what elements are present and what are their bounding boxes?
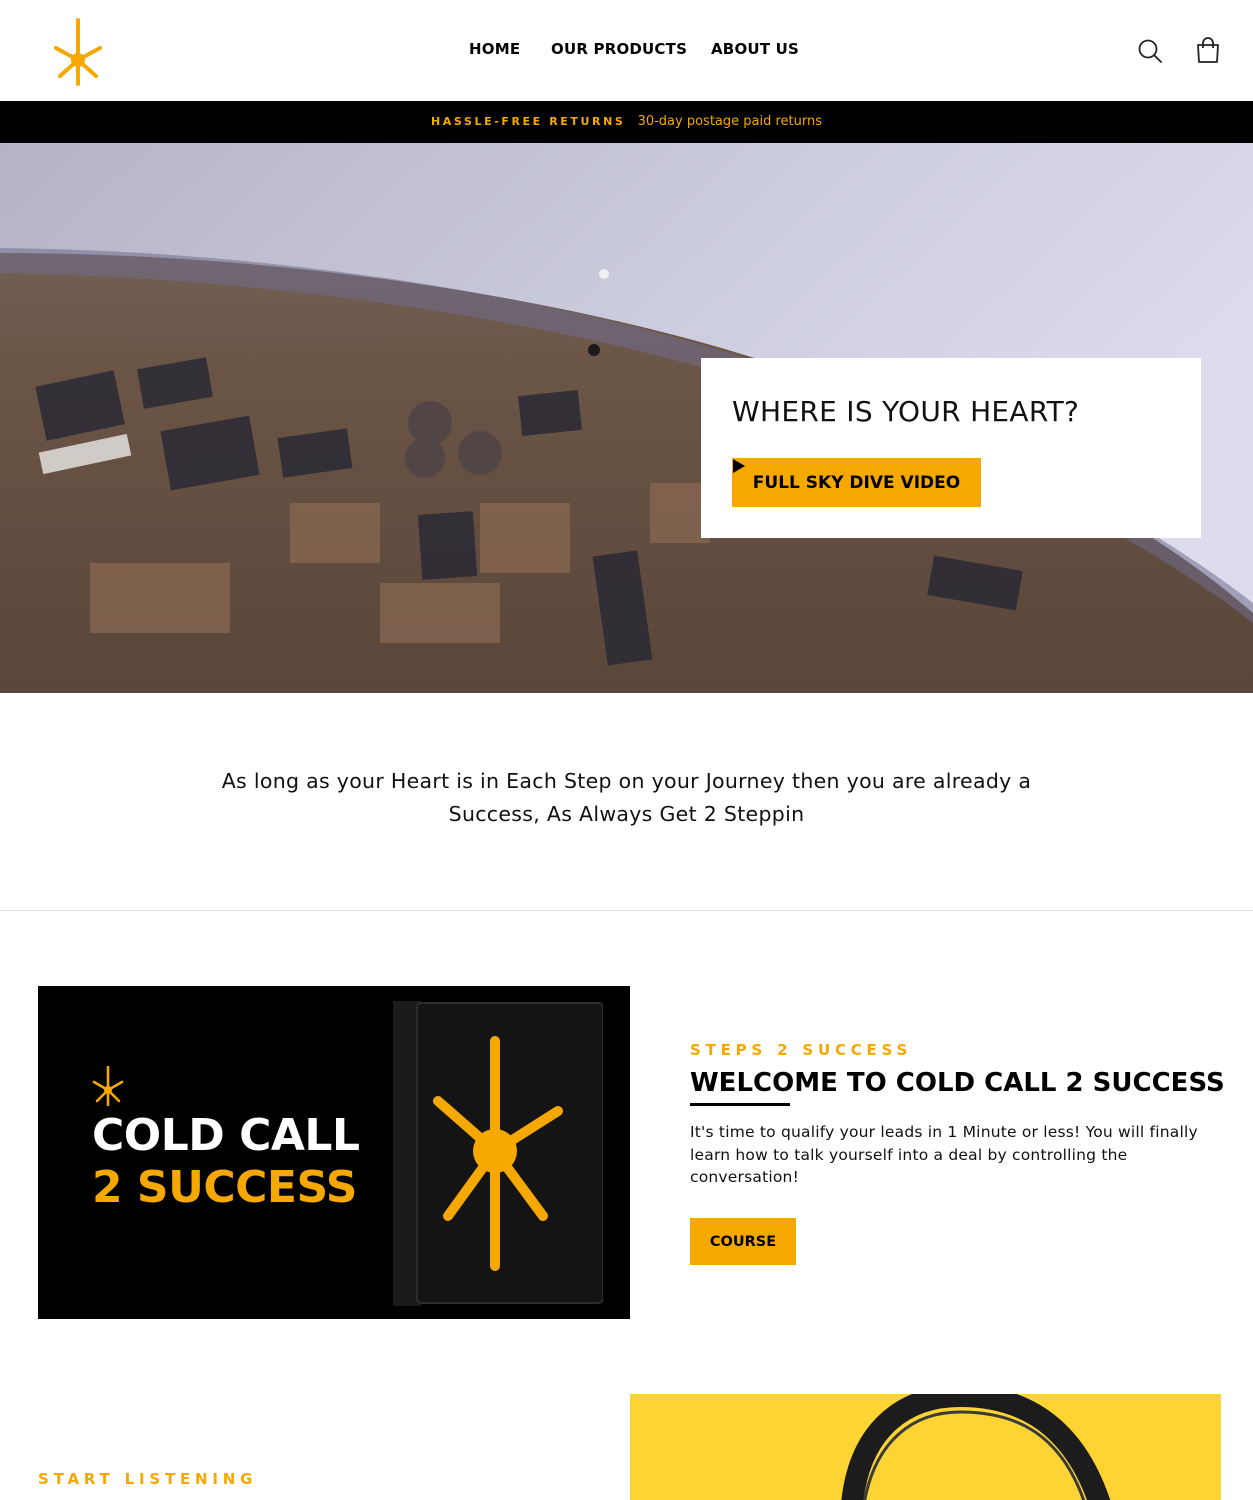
mission-quote: As long as your Heart is in Each Step on… [0, 765, 1253, 831]
nav-our-products[interactable]: OUR PRODUCTS [551, 40, 687, 58]
headphones-image [630, 1394, 1221, 1500]
headphones-icon [630, 1394, 1221, 1500]
nav-about-us[interactable]: ABOUT US [711, 40, 799, 58]
search-icon[interactable] [1137, 38, 1163, 64]
hero-title: WHERE IS YOUR HEART? [732, 395, 1080, 428]
course-button[interactable]: COURSE [690, 1218, 796, 1265]
announcement-text: 30-day postage paid returns [637, 114, 822, 129]
cold-call-promo-image: COLD CALL 2 SUCCESS [38, 986, 630, 1319]
steps-2-success-eyebrow: STEPS 2 SUCCESS [690, 1041, 913, 1059]
quote-line-2: Success, As Always Get 2 Steppin [448, 802, 805, 826]
quote-line-1: As long as your Heart is in Each Step on… [221, 769, 1032, 793]
title-underline [690, 1103, 790, 1106]
feature-body: It's time to qualify your leads in 1 Min… [690, 1123, 1198, 1186]
star-burst-logo-icon[interactable] [50, 18, 106, 86]
shopping-bag-icon[interactable] [1195, 36, 1221, 64]
hero-video[interactable]: WHERE IS YOUR HEART? FULL SKY DIVE VIDEO [0, 143, 1253, 693]
play-icon [733, 459, 745, 473]
hero-button-label: FULL SKY DIVE VIDEO [752, 472, 961, 493]
hero-card: WHERE IS YOUR HEART? FULL SKY DIVE VIDEO [701, 358, 1201, 538]
nav-home[interactable]: HOME [469, 40, 520, 58]
section-divider [0, 910, 1253, 911]
book-cover-image [393, 1001, 603, 1306]
start-listening-eyebrow: START LISTENING [38, 1470, 258, 1488]
promo-line-1: COLD CALL [92, 1110, 360, 1161]
full-sky-dive-video-button[interactable]: FULL SKY DIVE VIDEO [732, 458, 981, 507]
feature-title: WELCOME TO COLD CALL 2 SUCCESS [690, 1068, 1225, 1098]
site-header: HOME OUR PRODUCTS ABOUT US [0, 0, 1253, 101]
announcement-bar: HASSLE-FREE RETURNS 30-day postage paid … [0, 101, 1253, 143]
announcement-strong: HASSLE-FREE RETURNS [431, 115, 626, 128]
promo-line-2: 2 SUCCESS [92, 1162, 357, 1213]
star-burst-icon [92, 1066, 124, 1106]
